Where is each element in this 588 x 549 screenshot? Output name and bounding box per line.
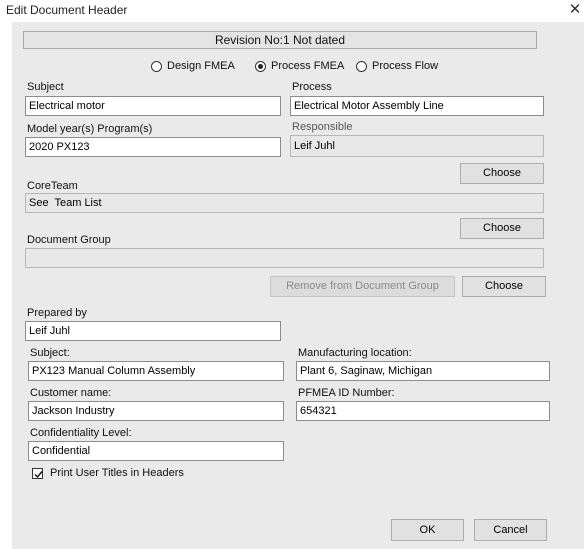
process-flow-label[interactable]: Process Flow [372,60,438,72]
close-icon[interactable]: ✕ [566,1,584,19]
process-fmea-label[interactable]: Process FMEA [271,60,344,72]
manufacturing-location-label: Manufacturing location: [298,347,412,359]
process-flow-radio[interactable] [356,61,367,72]
choose-responsible-button[interactable]: Choose [460,163,544,184]
design-fmea-label[interactable]: Design FMEA [167,60,235,72]
process-label: Process [292,81,332,93]
cancel-button[interactable]: Cancel [474,519,547,541]
responsible-field [290,135,544,157]
pfmea-id-label: PFMEA ID Number: [298,387,395,399]
document-group-field [25,248,544,268]
ok-button[interactable]: OK [391,519,464,541]
title-bar: Edit Document Header ✕ [0,0,588,22]
core-team-label: CoreTeam [27,180,78,192]
pfmea-id-input[interactable] [296,401,550,421]
confidentiality-label: Confidentiality Level: [30,427,132,439]
choose-document-group-button[interactable]: Choose [462,276,546,297]
customer-name-label: Customer name: [30,387,112,399]
user-subject-label: Subject: [30,347,70,359]
choose-core-team-button[interactable]: Choose [460,218,544,239]
print-titles-checkbox[interactable] [32,468,43,479]
responsible-label: Responsible [292,121,353,133]
subject-input[interactable] [25,96,281,116]
design-fmea-radio[interactable] [151,61,162,72]
document-group-label: Document Group [27,234,111,246]
manufacturing-location-input[interactable] [296,361,550,381]
model-year-label: Model year(s) Program(s) [27,123,153,135]
core-team-field [25,193,544,213]
confidentiality-input[interactable] [28,441,284,461]
revision-banner: Revision No:1 Not dated [23,31,537,49]
remove-from-document-group-button[interactable]: Remove from Document Group [270,276,455,297]
model-year-input[interactable] [25,137,281,157]
process-fmea-radio[interactable] [255,61,266,72]
prepared-by-input[interactable] [25,321,281,341]
print-titles-label[interactable]: Print User Titles in Headers [50,467,184,479]
prepared-by-label: Prepared by [27,307,87,319]
user-subject-input[interactable] [28,361,284,381]
check-icon [34,471,43,479]
window-title: Edit Document Header [6,3,128,17]
customer-name-input[interactable] [28,401,284,421]
subject-label: Subject [27,81,64,93]
radio-selected-dot [258,64,263,69]
process-input[interactable] [290,96,544,116]
